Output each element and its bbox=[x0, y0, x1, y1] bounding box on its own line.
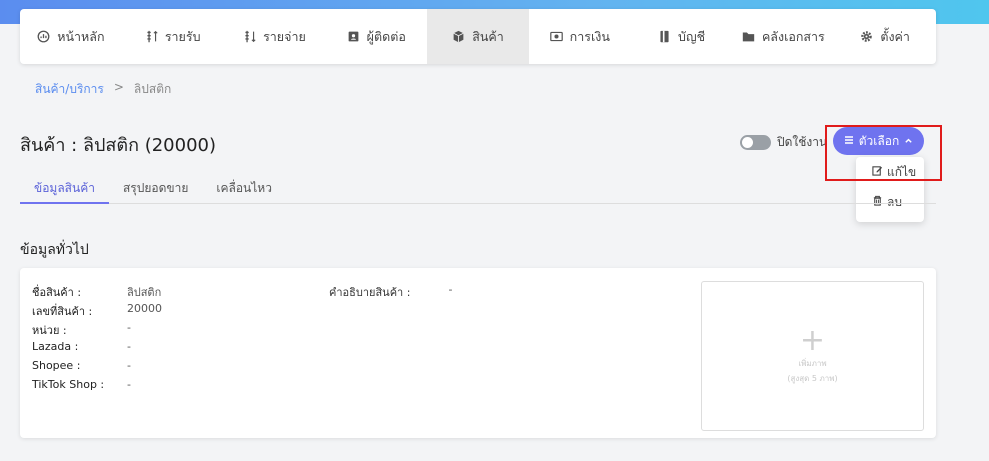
tab-sales-summary[interactable]: สรุปยอดขาย bbox=[109, 172, 202, 203]
nav-item-expense[interactable]: รายจ่าย bbox=[224, 9, 326, 64]
disable-toggle[interactable] bbox=[740, 135, 771, 150]
nav-label: บัญชี bbox=[678, 28, 706, 44]
info-label: หน่วย : bbox=[32, 324, 67, 337]
nav-item-products[interactable]: สินค้า bbox=[427, 9, 529, 64]
info-row-code: เลขที่สินค้า : 20000 bbox=[32, 302, 162, 320]
breadcrumb-parent-link[interactable]: สินค้า/บริการ bbox=[35, 80, 104, 99]
info-label: เลขที่สินค้า : bbox=[32, 305, 93, 318]
expense-icon bbox=[243, 30, 256, 43]
description-label: คำอธิบายสินค้า : bbox=[329, 286, 411, 299]
info-label: ชื่อสินค้า : bbox=[32, 286, 82, 299]
options-button[interactable]: ตัวเลือก bbox=[833, 127, 924, 155]
image-upload-box[interactable]: + เพิ่มภาพ (สูงสุด 5 ภาพ) bbox=[701, 281, 924, 431]
image-upload-label: เพิ่มภาพ bbox=[798, 359, 827, 368]
general-info-card: ชื่อสินค้า : ลิปสติก เลขที่สินค้า : 2000… bbox=[20, 268, 936, 438]
disable-toggle-group: ปิดใช้งาน bbox=[740, 133, 827, 152]
nav-label: ตั้งค่า bbox=[880, 28, 910, 44]
info-value: - bbox=[127, 340, 131, 353]
info-row-tiktok: TikTok Shop : - bbox=[32, 378, 131, 391]
nav-item-income[interactable]: รายรับ bbox=[122, 9, 224, 64]
contacts-icon bbox=[347, 30, 360, 43]
plus-icon: + bbox=[799, 323, 826, 358]
money-icon bbox=[549, 30, 563, 43]
info-value: ลิปสติก bbox=[127, 286, 162, 299]
nav-label: ผู้ติดต่อ bbox=[366, 28, 406, 44]
breadcrumb-current: ลิปสติก bbox=[133, 82, 172, 96]
disable-toggle-label: ปิดใช้งาน bbox=[777, 135, 828, 149]
income-icon bbox=[145, 30, 158, 43]
tab-movements[interactable]: เคลื่อนไหว bbox=[202, 172, 286, 203]
book-icon bbox=[658, 30, 671, 43]
description-value: - bbox=[448, 283, 453, 296]
product-tabs: ข้อมูลสินค้า สรุปยอดขาย เคลื่อนไหว bbox=[20, 172, 936, 204]
nav-label: รายจ่าย bbox=[263, 28, 306, 44]
info-value: - bbox=[127, 359, 131, 372]
description-row: คำอธิบายสินค้า : - bbox=[329, 283, 452, 301]
info-value: - bbox=[127, 321, 131, 334]
menu-icon bbox=[844, 134, 854, 148]
nav-item-documents[interactable]: คลังเอกสาร bbox=[732, 9, 834, 64]
chevron-up-icon bbox=[904, 134, 913, 148]
section-title: ข้อมูลทั่วไป bbox=[20, 242, 89, 258]
box-icon bbox=[452, 30, 465, 43]
nav-item-settings[interactable]: ตั้งค่า bbox=[834, 9, 936, 64]
page-title: สินค้า : ลิปสติก (20000) bbox=[20, 135, 217, 156]
info-label: Shopee : bbox=[32, 359, 81, 372]
nav-label: สินค้า bbox=[472, 28, 504, 44]
nav-label: คลังเอกสาร bbox=[761, 28, 825, 44]
dashboard-icon bbox=[37, 30, 50, 43]
nav-label: รายรับ bbox=[164, 28, 201, 44]
nav-label: การเงิน bbox=[569, 28, 610, 44]
info-row-unit: หน่วย : - bbox=[32, 321, 131, 339]
folder-icon bbox=[742, 30, 755, 43]
main-navbar: หน้าหลัก รายรับ รายจ่าย ผู้ติดต่อ สินค้า… bbox=[20, 9, 936, 64]
gear-icon bbox=[860, 30, 873, 43]
info-label: Lazada : bbox=[32, 340, 79, 353]
breadcrumb: สินค้า/บริการ > ลิปสติก bbox=[35, 80, 171, 99]
nav-item-accounting[interactable]: บัญชี bbox=[631, 9, 733, 64]
info-row-name: ชื่อสินค้า : ลิปสติก bbox=[32, 283, 161, 301]
info-value: 20000 bbox=[127, 302, 162, 315]
options-button-label: ตัวเลือก bbox=[858, 133, 900, 148]
info-value: - bbox=[127, 378, 131, 391]
nav-label: หน้าหลัก bbox=[57, 28, 105, 44]
info-row-shopee: Shopee : - bbox=[32, 359, 131, 372]
nav-item-home[interactable]: หน้าหลัก bbox=[20, 9, 122, 64]
image-upload-hint: (สูงสุด 5 ภาพ) bbox=[787, 374, 838, 383]
nav-item-contacts[interactable]: ผู้ติดต่อ bbox=[325, 9, 427, 64]
info-label: TikTok Shop : bbox=[32, 378, 105, 391]
info-row-lazada: Lazada : - bbox=[32, 340, 131, 353]
nav-item-finance[interactable]: การเงิน bbox=[529, 9, 631, 64]
breadcrumb-separator: > bbox=[113, 80, 124, 94]
tab-product-info[interactable]: ข้อมูลสินค้า bbox=[20, 172, 109, 204]
